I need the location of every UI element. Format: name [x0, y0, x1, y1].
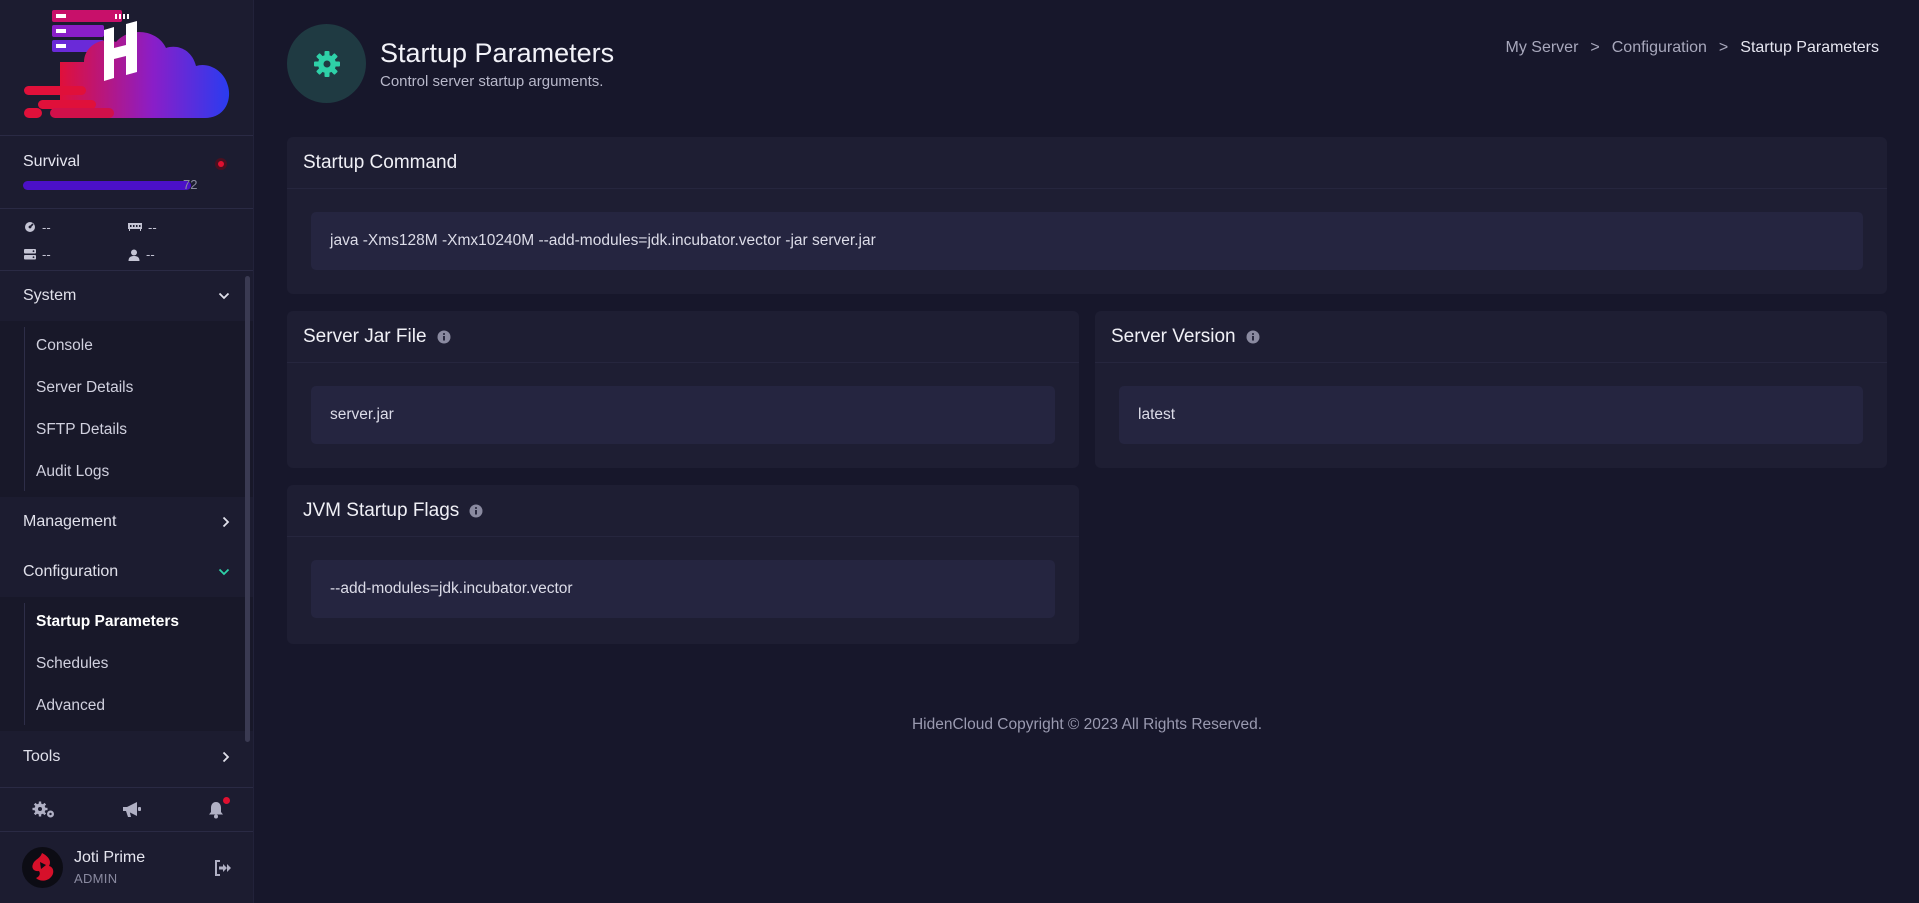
sidebar-nav: System Console Server Details SFTP Detai…	[0, 271, 253, 783]
sidebar-item-schedules[interactable]: Schedules	[0, 643, 253, 685]
nav-group-tools[interactable]: Tools	[0, 731, 253, 783]
server-stats: -- -- -- --	[0, 209, 253, 271]
sidebar-item-audit-logs[interactable]: Audit Logs	[0, 451, 253, 493]
jvm-flags-card: JVM Startup Flags --add-modules=jdk.incu…	[287, 485, 1079, 644]
gears-icon	[32, 801, 54, 817]
footer-copyright: HidenCloud Copyright © 2023 All Rights R…	[911, 716, 1263, 733]
cpu-stat: --	[24, 219, 128, 235]
chevron-right-icon	[222, 751, 230, 763]
memory-stat: --	[128, 219, 232, 235]
players-stat: --	[128, 247, 232, 263]
sidebar-item-console[interactable]: Console	[0, 325, 253, 367]
page-header: Startup Parameters Control server startu…	[287, 24, 614, 103]
settings-button[interactable]	[32, 801, 56, 819]
chevron-down-icon	[218, 292, 230, 300]
breadcrumb: My Server > Configuration > Startup Para…	[1506, 39, 1880, 57]
notifications-button[interactable]	[208, 796, 230, 819]
header-icon	[287, 24, 366, 103]
server-selector[interactable]: Survival 72	[0, 136, 253, 209]
jvm-flags-field[interactable]: --add-modules=jdk.incubator.vector	[311, 560, 1055, 618]
chevron-right-icon	[222, 516, 230, 528]
card-title: Server Jar File	[287, 311, 1079, 363]
sidebar-item-advanced[interactable]: Advanced	[0, 685, 253, 727]
sidebar-item-server-details[interactable]: Server Details	[0, 367, 253, 409]
card-title: JVM Startup Flags	[287, 485, 1079, 537]
gauge-icon	[25, 222, 35, 232]
breadcrumb-configuration[interactable]: Configuration	[1612, 39, 1707, 57]
hidencloud-logo[interactable]	[0, 0, 253, 136]
main-content: Startup Parameters Control server startu…	[255, 0, 1919, 903]
breadcrumb-my-server[interactable]: My Server	[1506, 39, 1579, 57]
page-subtitle: Control server startup arguments.	[380, 72, 604, 90]
breadcrumb-separator: >	[1718, 39, 1729, 56]
nav-sub-system: Console Server Details SFTP Details Audi…	[0, 321, 253, 497]
server-id-suffix: 72	[183, 177, 198, 192]
user-name: Joti Prime	[74, 849, 146, 866]
sidebar-item-sftp-details[interactable]: SFTP Details	[0, 409, 253, 451]
info-icon[interactable]	[469, 504, 483, 518]
server-id: 72	[23, 177, 230, 193]
server-version-field[interactable]: latest	[1119, 386, 1863, 444]
chevron-down-icon	[218, 568, 230, 576]
sidebar-tools	[0, 787, 253, 832]
server-jar-card: Server Jar File server.jar	[287, 311, 1079, 468]
logout-icon	[215, 859, 231, 876]
info-icon[interactable]	[437, 330, 451, 344]
breadcrumb-separator: >	[1590, 39, 1600, 56]
server-jar-field[interactable]: server.jar	[311, 386, 1055, 444]
server-status-indicator	[215, 158, 227, 170]
nav-group-management[interactable]: Management	[0, 497, 253, 547]
notification-dot	[223, 796, 230, 804]
page-title: Startup Parameters	[380, 37, 615, 68]
startup-command-field[interactable]: java -Xms128M -Xmx10240M --add-modules=j…	[311, 212, 1863, 270]
megaphone-icon	[123, 801, 141, 817]
startup-command-card: Startup Command java -Xms128M -Xmx10240M…	[287, 137, 1887, 294]
card-title: Server Version	[1095, 311, 1887, 363]
sidebar: Survival 72 -- -- -- -- System Console S…	[0, 0, 254, 903]
logout-button[interactable]	[214, 859, 232, 876]
header-text: Startup Parameters Control server startu…	[380, 38, 614, 90]
sidebar-item-startup-parameters[interactable]: Startup Parameters	[0, 601, 253, 643]
user-info: Joti Prime ADMIN	[74, 849, 214, 886]
user-profile: Joti Prime ADMIN	[0, 832, 253, 903]
bell-icon	[209, 801, 223, 818]
sidebar-scrollbar[interactable]	[245, 276, 250, 742]
avatar[interactable]	[22, 847, 63, 888]
gear-icon	[313, 50, 340, 77]
breadcrumb-startup-parameters: Startup Parameters	[1740, 39, 1879, 56]
redacted-scribble	[23, 181, 191, 190]
memory-icon	[128, 223, 142, 231]
nav-group-configuration[interactable]: Configuration	[0, 547, 253, 597]
disk-stat: --	[24, 247, 128, 263]
nav-group-system[interactable]: System	[0, 271, 253, 321]
user-role: ADMIN	[74, 871, 118, 886]
server-name: Survival	[23, 153, 80, 170]
server-version-card: Server Version latest	[1095, 311, 1887, 468]
card-title: Startup Command	[287, 137, 1887, 189]
user-icon	[128, 249, 140, 261]
announcements-button[interactable]	[122, 801, 142, 819]
hdd-icon	[24, 249, 36, 260]
nav-sub-configuration: Startup Parameters Schedules Advanced	[0, 597, 253, 731]
info-icon[interactable]	[1246, 330, 1260, 344]
